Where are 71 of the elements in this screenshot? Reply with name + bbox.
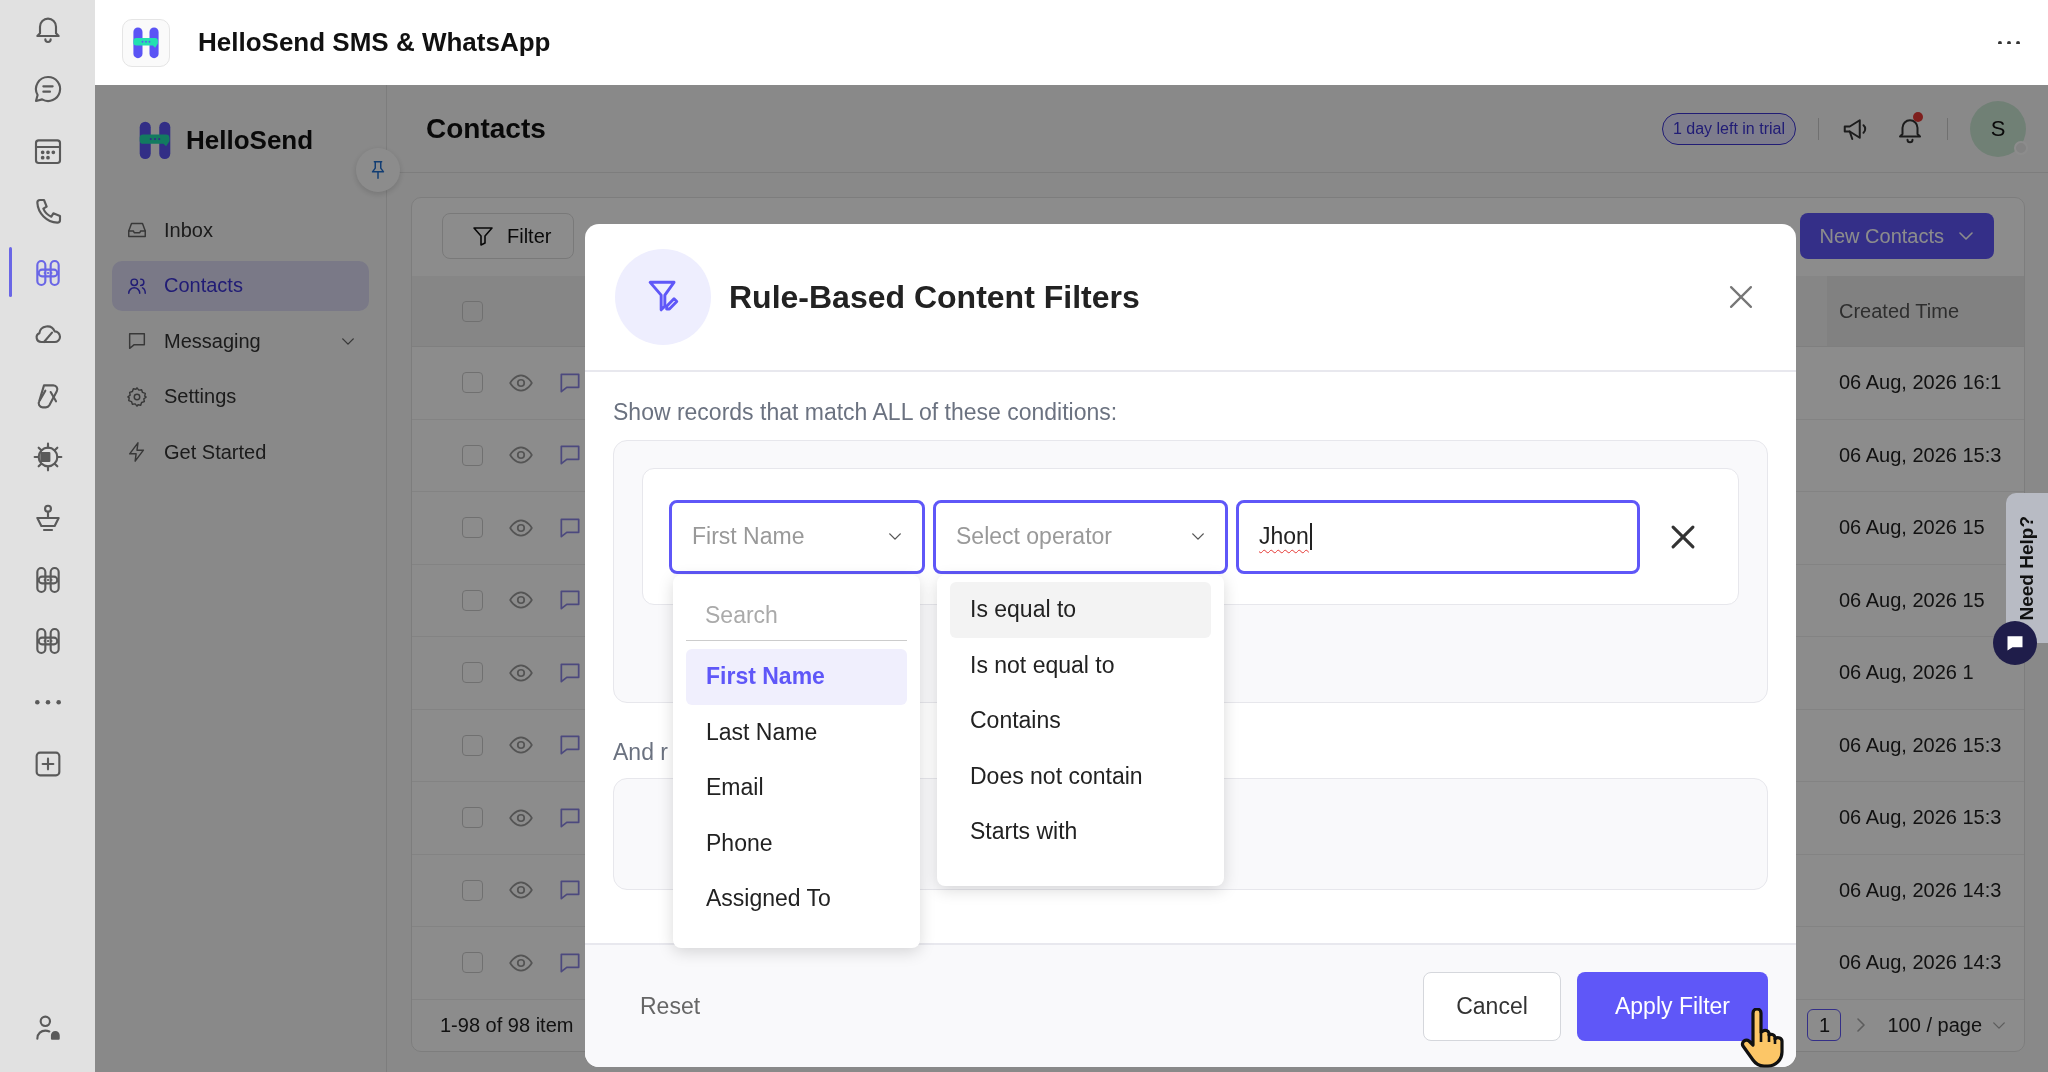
pin-button[interactable] bbox=[356, 148, 400, 192]
row-checkbox[interactable] bbox=[462, 589, 483, 611]
row-checkbox[interactable] bbox=[462, 662, 483, 684]
dialog-title: Rule-Based Content Filters bbox=[729, 278, 1140, 316]
reset-link[interactable]: Reset bbox=[640, 992, 701, 1020]
nav-item[interactable]: Inbox bbox=[112, 205, 369, 255]
page-button[interactable]: 1 bbox=[1807, 1009, 1842, 1042]
logo-icon bbox=[138, 119, 172, 161]
table-cell-text: 06 Aug, 2026 14:3 bbox=[1838, 951, 2003, 975]
table-cell-text: 06 Aug, 2026 16:1 bbox=[1838, 371, 2003, 395]
more-icon bbox=[34, 699, 61, 705]
new-contacts-button[interactable]: New Contacts bbox=[1799, 213, 1994, 259]
table-cell-text: 06 Aug, 2026 1 bbox=[1838, 661, 1975, 685]
row-checkbox[interactable] bbox=[462, 879, 483, 901]
unread-dot bbox=[1913, 111, 1923, 122]
row-checkbox[interactable] bbox=[462, 444, 483, 466]
chat-icon bbox=[2005, 633, 2025, 653]
next-page-icon bbox=[1857, 1018, 1866, 1033]
instruction-text: Show records that match ALL of these conditions: bbox=[613, 398, 1119, 426]
nav-item[interactable]: Settings bbox=[112, 371, 369, 422]
chevron-down-icon bbox=[888, 533, 902, 540]
brand-name: HelloSend bbox=[186, 124, 314, 156]
table-cell-text: 06 Aug, 2026 15 bbox=[1838, 516, 1986, 540]
menu-option[interactable]: Last Name bbox=[686, 704, 907, 760]
menu-option[interactable]: Assigned To bbox=[686, 871, 907, 927]
operator-select[interactable]: Select operator bbox=[933, 499, 1228, 574]
page-size-select[interactable]: 100 / page bbox=[1887, 1013, 2006, 1037]
menu-option[interactable]: Is not equal to bbox=[950, 637, 1211, 693]
value-field[interactable]: Jhon bbox=[1236, 499, 1640, 574]
apply-filter-button[interactable]: Apply Filter bbox=[1577, 971, 1768, 1041]
menu-option[interactable]: Email bbox=[686, 760, 907, 816]
filter-button[interactable]: Filter bbox=[442, 213, 575, 259]
trial-badge[interactable]: 1 day left in trial bbox=[1661, 112, 1796, 145]
section-label: And r bbox=[613, 738, 669, 766]
nav-item[interactable]: Get Started bbox=[112, 427, 369, 477]
menu-option[interactable]: First Name bbox=[686, 649, 907, 705]
gear-icon bbox=[31, 441, 64, 474]
chevron-down-icon bbox=[1992, 1021, 2006, 1029]
row-checkbox[interactable] bbox=[462, 734, 483, 756]
table-cell-text: 06 Aug, 2026 15:3 bbox=[1838, 806, 2003, 830]
row-checkbox[interactable] bbox=[462, 807, 483, 829]
logo-icon bbox=[132, 25, 160, 60]
nav-item[interactable]: Messaging bbox=[112, 316, 369, 366]
table-cell-text: 06 Aug, 2026 15 bbox=[1838, 588, 1986, 612]
row-checkbox[interactable] bbox=[462, 372, 483, 394]
menu-option[interactable]: Contains bbox=[950, 693, 1211, 749]
table-cell-text: 06 Aug, 2026 14:3 bbox=[1838, 878, 2003, 902]
menu-option[interactable]: Does not contain bbox=[950, 748, 1211, 804]
avatar[interactable]: S bbox=[1970, 100, 2026, 157]
pagination-summary: 1-98 of 98 item bbox=[440, 1013, 574, 1037]
app-title: HelloSend SMS & WhatsApp bbox=[198, 27, 551, 58]
filter-icon bbox=[471, 224, 495, 248]
nav-item[interactable]: Contacts bbox=[112, 260, 369, 311]
field-select[interactable]: First Name bbox=[669, 499, 925, 574]
row-checkbox[interactable] bbox=[462, 517, 483, 539]
table-cell-text: 06 Aug, 2026 15:3 bbox=[1838, 443, 2003, 467]
menu-option[interactable]: Is equal to bbox=[950, 582, 1211, 638]
chevron-down-icon bbox=[1958, 232, 1974, 240]
table-cell-text: 06 Aug, 2026 15:3 bbox=[1838, 733, 2003, 757]
chevron-down-icon bbox=[1191, 533, 1205, 540]
menu-option[interactable]: Starts with bbox=[950, 804, 1211, 860]
more-icon bbox=[1998, 40, 2020, 45]
message-icon bbox=[126, 330, 148, 352]
chevron-down-icon bbox=[341, 337, 355, 345]
settings-icon bbox=[126, 385, 148, 408]
menu-option[interactable]: Phone bbox=[686, 815, 907, 871]
row-checkbox[interactable] bbox=[462, 952, 483, 974]
page-title: Contacts bbox=[426, 112, 546, 145]
help-tab[interactable]: Need Help? bbox=[2006, 493, 2048, 643]
cancel-button[interactable]: Cancel bbox=[1423, 971, 1561, 1041]
column-header[interactable]: Created Time bbox=[1827, 276, 2024, 346]
